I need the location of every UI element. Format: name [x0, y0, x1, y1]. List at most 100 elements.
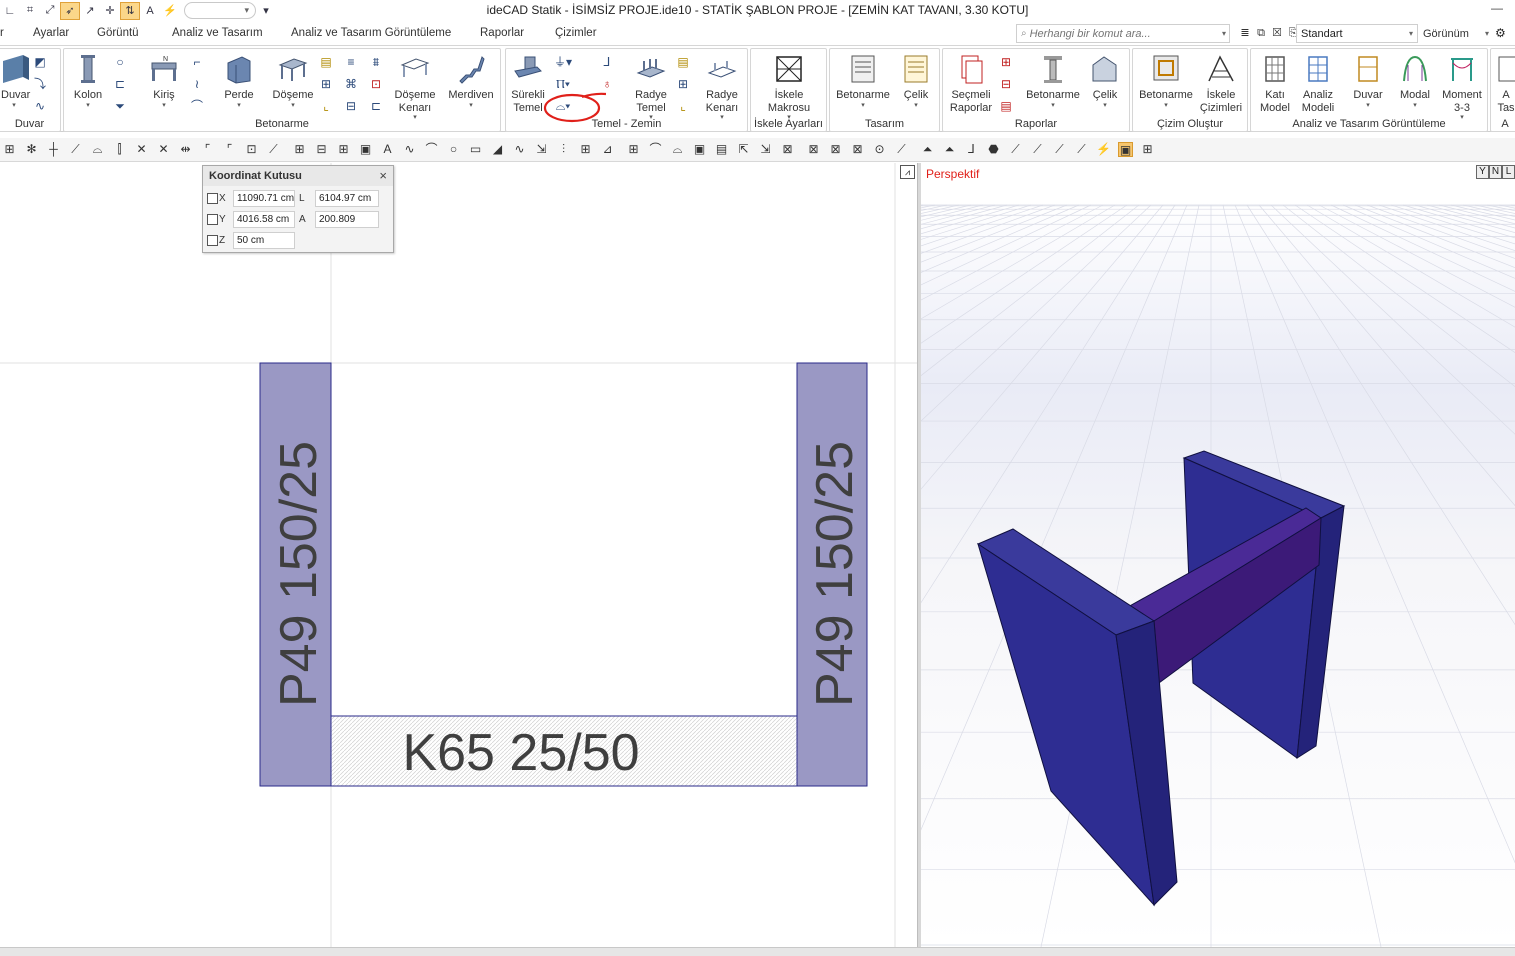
bulb-icon[interactable]: ⊙ — [872, 142, 887, 157]
wall-display-button[interactable]: Duvar ▾ — [1345, 53, 1391, 110]
fill-icon[interactable]: ▣ — [692, 142, 707, 157]
view-collapse-button[interactable]: ⩘ — [900, 165, 915, 179]
slab-edit-icon[interactable]: ⊟ — [342, 97, 360, 115]
funnel-icon[interactable]: ⏷ — [111, 97, 129, 115]
slab-hatch-icon[interactable]: ≡ — [342, 53, 360, 71]
circle-icon[interactable]: ○ — [446, 142, 461, 157]
beam-button[interactable]: N Kiriş ▾ — [146, 53, 182, 110]
text-icon[interactable]: A — [380, 142, 395, 157]
scaffold-drawings-button[interactable]: İskele Çizimleri — [1197, 53, 1245, 114]
extend-icon[interactable]: ⇹ — [178, 142, 193, 157]
report-table-icon[interactable]: ⊟ — [997, 75, 1015, 93]
footing-section-icon[interactable]: ⅃ — [598, 53, 616, 71]
footing-pile-icon[interactable]: ⏚▾ — [554, 53, 572, 71]
view-y-button[interactable]: Y — [1476, 165, 1489, 179]
l-column-icon[interactable]: ⊏ — [111, 75, 129, 93]
raft-edge-button[interactable]: Radye Kenarı ▾ — [697, 53, 747, 122]
wave-icon[interactable]: ∿ — [402, 142, 417, 157]
view-select[interactable]: Görünüm ▾ — [1420, 24, 1492, 43]
tab-reports[interactable]: Raporlar — [480, 27, 524, 39]
settings-icon[interactable]: ⚙ — [1495, 26, 1506, 40]
hatch-icon[interactable]: ▤ — [714, 142, 729, 157]
arc-c-icon[interactable]: ⌒ — [648, 142, 663, 157]
plan-view[interactable]: P49 150/25 P49 150/25 K65 25/50 ⩘ — [0, 163, 918, 947]
moment-button[interactable]: Moment 3-3 ▾ — [1439, 53, 1485, 122]
arrow-up-icon[interactable]: ⏶ — [920, 142, 935, 157]
raft-corner-icon[interactable]: ⌞ — [674, 97, 692, 115]
grid-a-icon[interactable]: ⊞ — [292, 142, 307, 157]
view-l-button[interactable]: L — [1502, 165, 1515, 179]
grid-d-icon[interactable]: ⊞ — [626, 142, 641, 157]
slab-corner-icon[interactable]: ⌞ — [317, 97, 335, 115]
tab-partial[interactable]: r — [0, 27, 4, 39]
circle-column-icon[interactable]: ○ — [111, 53, 129, 71]
arrow-up-b-icon[interactable]: ⏶ — [942, 142, 957, 157]
tab-analysis-design[interactable]: Analiz ve Tasarım — [172, 27, 263, 39]
snap-grid-icon[interactable]: ✻ — [24, 142, 39, 157]
wall-button[interactable]: Duvar ▾ — [1, 53, 30, 110]
beam-angle-icon[interactable]: ⌐ — [188, 53, 206, 71]
slab-cross-icon[interactable]: ⌘ — [342, 75, 360, 93]
stair-button[interactable]: Merdiven ▾ — [446, 53, 496, 110]
resize-icon[interactable]: ⇲ — [534, 142, 549, 157]
image-icon[interactable]: ▣ — [358, 142, 373, 157]
x-field[interactable]: 11090.71 cm — [233, 189, 295, 207]
view-n-button[interactable]: N — [1489, 165, 1502, 179]
delete-icon[interactable]: ✕ — [134, 142, 149, 157]
tab-settings[interactable]: Ayarlar — [33, 27, 69, 39]
triangle-icon[interactable]: ◢ — [490, 142, 505, 157]
y-field[interactable]: 4016.58 cm — [233, 210, 295, 228]
x-lock-checkbox[interactable] — [207, 192, 218, 204]
raft-foundation-button[interactable]: Radye Temel ▾ — [626, 53, 676, 122]
slab-grid-icon[interactable]: ⊞ — [317, 75, 335, 93]
raft-stack-icon[interactable]: ▤ — [674, 53, 692, 71]
column-button[interactable]: Kolon ▾ — [70, 53, 106, 110]
l-field[interactable]: 6104.97 cm — [315, 189, 379, 207]
slab-edge-button[interactable]: Döşeme Kenarı ▾ — [391, 53, 439, 122]
tab-drawings[interactable]: Çizimler — [555, 27, 597, 39]
slab-stack-icon[interactable]: ▤ — [317, 53, 335, 71]
tab-analysis-design-display[interactable]: Analiz ve Tasarım Görüntüleme — [291, 27, 451, 39]
command-search-input[interactable] — [1029, 27, 1220, 40]
angle-icon[interactable]: ⊿ — [600, 142, 615, 157]
wall-join-icon[interactable]: ⤵ — [31, 75, 49, 93]
erase-3d-icon[interactable]: ⊠ — [828, 142, 843, 157]
drawing-concrete-button[interactable]: Betonarme ▾ — [1137, 53, 1195, 110]
checkbox-icon[interactable]: ☒ — [1270, 26, 1284, 40]
slab-red-icon[interactable]: ⊡ — [367, 75, 385, 93]
move-icon[interactable]: ⇱ — [736, 142, 751, 157]
table-icon[interactable]: ⊞ — [578, 142, 593, 157]
arc-b-icon[interactable]: ⌒ — [424, 142, 439, 157]
bracket-icon[interactable]: ⅃ — [964, 142, 979, 157]
wall-corner-icon[interactable]: ◩ — [31, 53, 49, 71]
grid-b-icon[interactable]: ⊟ — [314, 142, 329, 157]
dim-d-icon[interactable]: ⟋ — [1074, 142, 1089, 157]
beam-curve-icon[interactable]: ≀ — [188, 75, 206, 93]
raft-grid-icon[interactable]: ⊞ — [674, 75, 692, 93]
wave-b-icon[interactable]: ∿ — [512, 142, 527, 157]
beam-arc-icon[interactable]: ⌒ — [188, 97, 206, 115]
style-select[interactable]: Standart ▾ — [1296, 24, 1418, 43]
z-field[interactable]: 50 cm — [233, 231, 295, 249]
footing-red-icon[interactable]: ♁ — [598, 75, 616, 93]
command-search[interactable]: ⌕ ▾ — [1016, 24, 1230, 43]
rectangle-icon[interactable]: ⊡ — [244, 142, 259, 157]
corner-icon[interactable]: ⌜ — [200, 142, 215, 157]
cutoff-button[interactable]: A Tas — [1493, 53, 1515, 114]
rect-b-icon[interactable]: ▭ — [468, 142, 483, 157]
wall-curve-icon[interactable]: ∿ — [31, 97, 49, 115]
table-b-icon[interactable]: ⊞ — [1140, 142, 1155, 157]
shear-wall-button[interactable]: Perde ▾ — [221, 53, 257, 110]
layers-stack-icon[interactable]: ⧉ — [1254, 26, 1268, 40]
y-lock-checkbox[interactable] — [207, 213, 218, 225]
minimize-button[interactable]: — — [1491, 1, 1503, 15]
lightning-icon[interactable]: ⚡ — [1096, 142, 1111, 157]
close-icon[interactable]: × — [379, 168, 387, 183]
modal-button[interactable]: Modal ▾ — [1393, 53, 1437, 110]
line-icon[interactable]: ⟋ — [266, 142, 281, 157]
erase-all-icon[interactable]: ⊠ — [850, 142, 865, 157]
design-steel-button[interactable]: Çelik ▾ — [896, 53, 936, 110]
shape-icon[interactable]: ⌓ — [670, 142, 685, 157]
layers-icon[interactable]: ≣ — [1238, 26, 1252, 40]
grid-c-icon[interactable]: ⊞ — [336, 142, 351, 157]
